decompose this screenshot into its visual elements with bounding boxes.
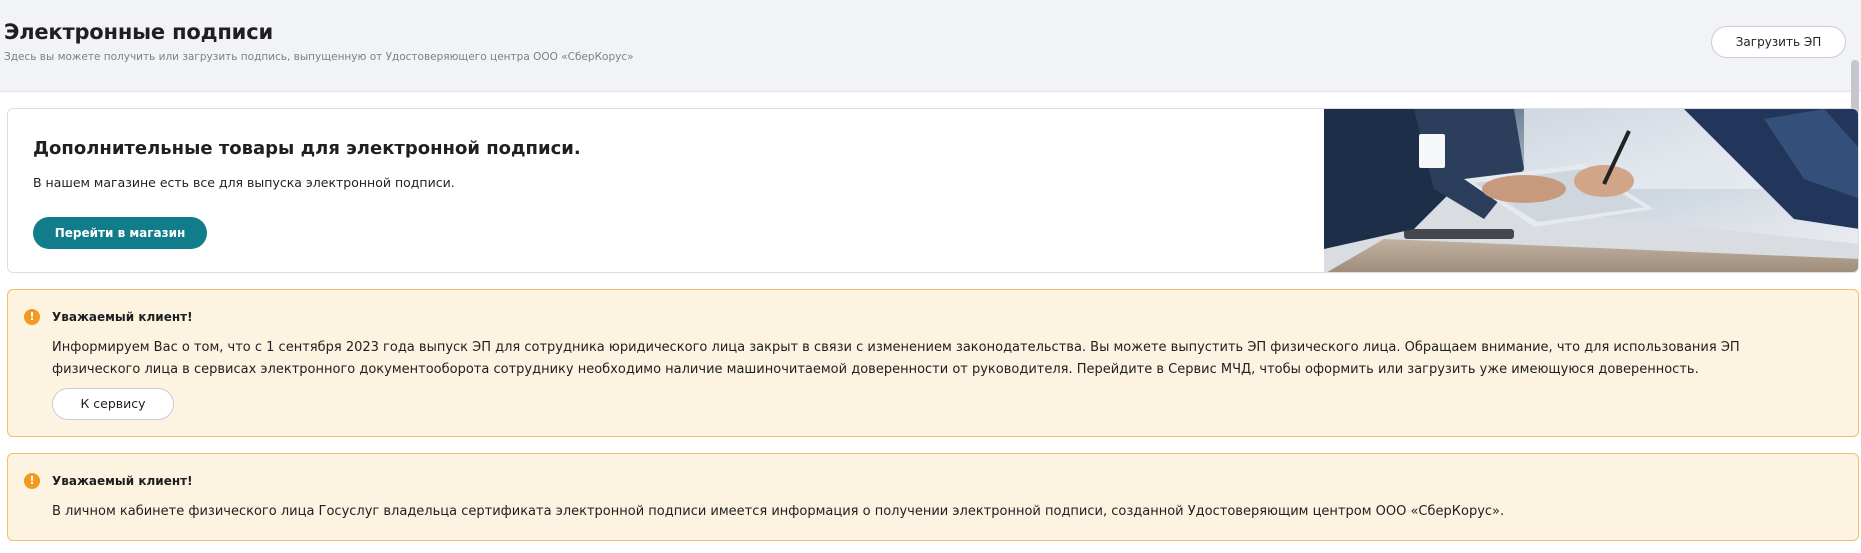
warning-icon (24, 309, 40, 325)
notice-gosuslugi: Уважаемый клиент! В личном кабинете физи… (7, 453, 1859, 541)
promo-text: В нашем магазине есть все для выпуска эл… (33, 175, 455, 190)
to-service-button[interactable]: К сервису (52, 388, 174, 420)
page-title: Электронные подписи (4, 20, 273, 44)
go-to-shop-button[interactable]: Перейти в магазин (33, 217, 207, 249)
notice-title: Уважаемый клиент! (52, 474, 193, 488)
notice-text: Информируем Вас о том, что с 1 сентября … (52, 340, 1740, 377)
upload-signature-button[interactable]: Загрузить ЭП (1711, 26, 1846, 58)
notice-text: В личном кабинете физического лица Госус… (52, 504, 1505, 519)
promo-image (1324, 109, 1858, 272)
page-subtitle: Здесь вы можете получить или загрузить п… (4, 51, 634, 63)
promo-banner: Дополнительные товары для электронной по… (7, 108, 1859, 273)
promo-title: Дополнительные товары для электронной по… (33, 138, 581, 159)
page-header: Электронные подписи Здесь вы можете полу… (0, 0, 1861, 92)
notice-legal-entity: Уважаемый клиент! Информируем Вас о том,… (7, 289, 1859, 437)
warning-icon (24, 473, 40, 489)
notice-title: Уважаемый клиент! (52, 310, 193, 324)
